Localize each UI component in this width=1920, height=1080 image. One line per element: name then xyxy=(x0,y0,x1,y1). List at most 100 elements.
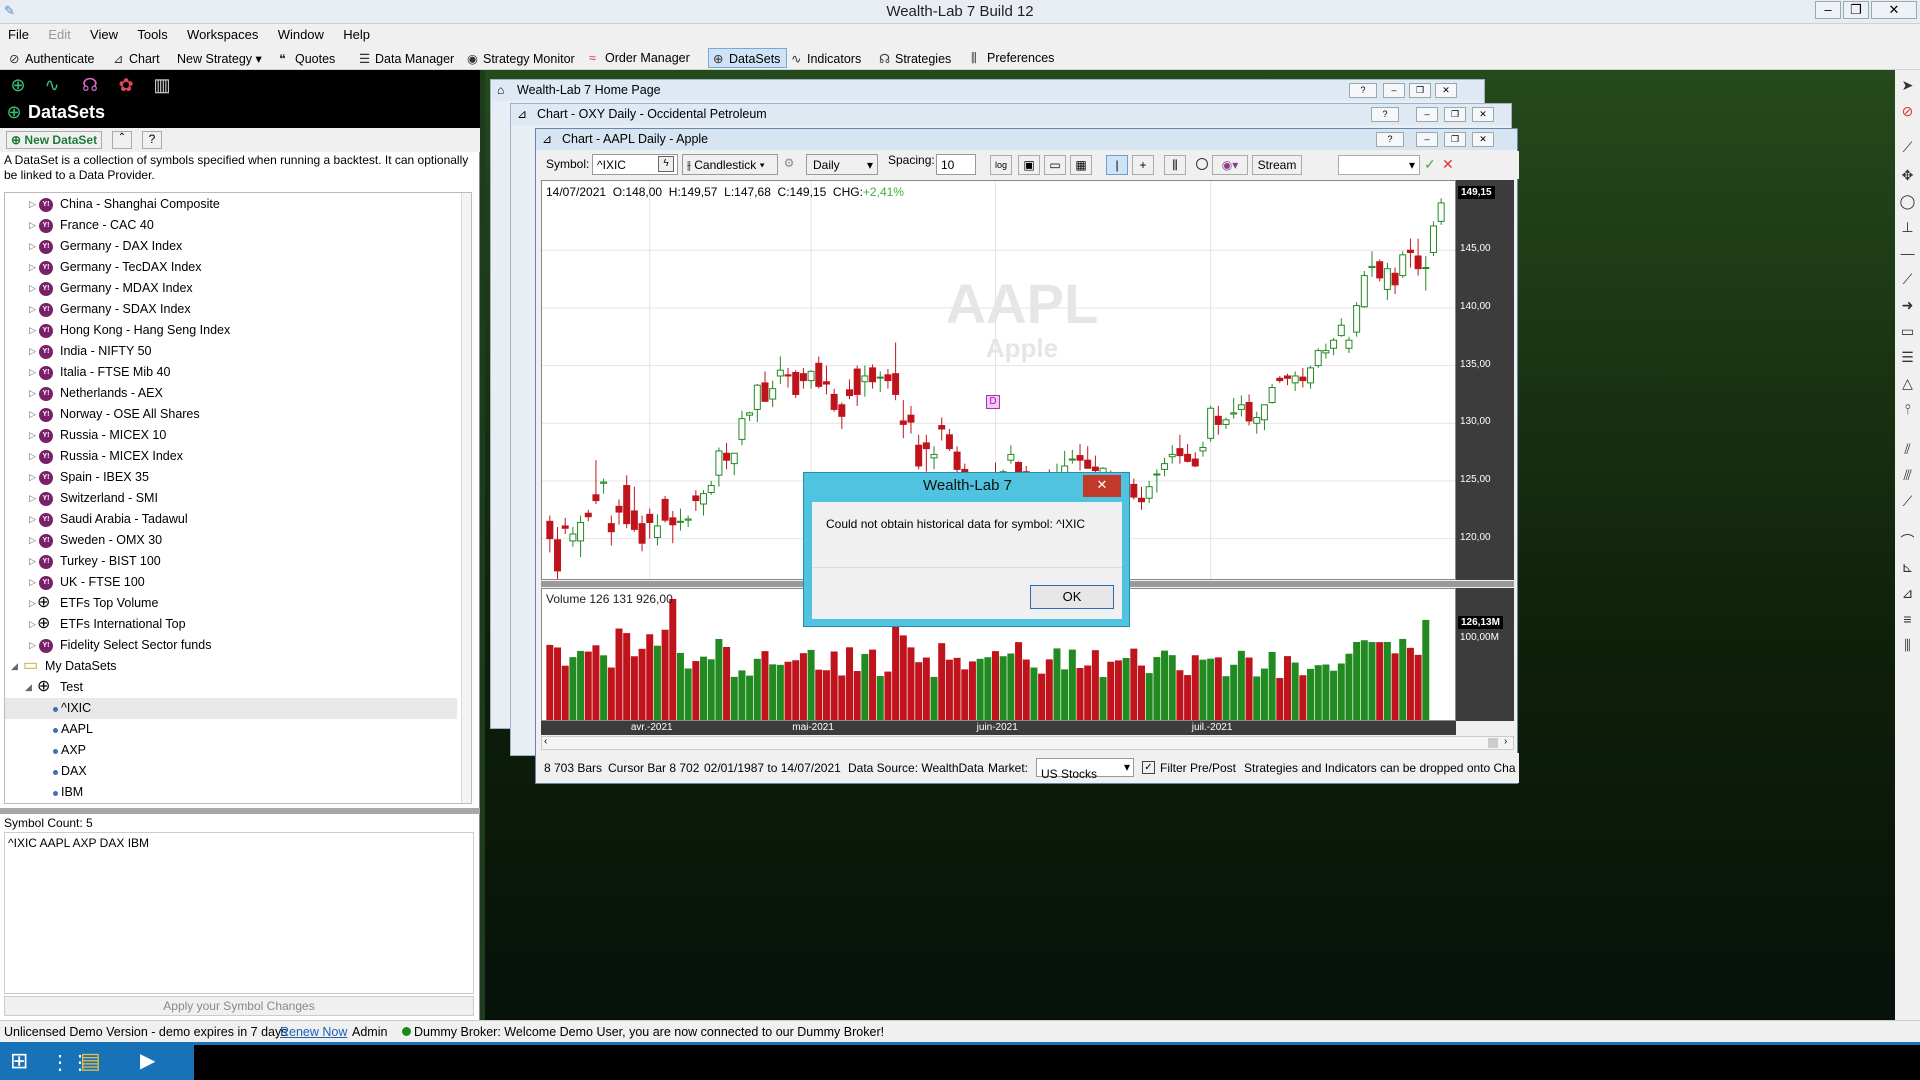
data-manager-button[interactable]: ☰ Data Manager xyxy=(354,48,461,68)
scale-select[interactable]: Daily ▾ xyxy=(806,154,878,175)
expand-arrow-icon[interactable]: ▷ xyxy=(29,194,39,215)
dividend-marker-icon[interactable]: D xyxy=(986,395,1000,409)
expand-arrow-icon[interactable]: ▷ xyxy=(29,383,39,404)
tree-item[interactable]: ▷ Y! UK - FTSE 100 xyxy=(5,572,457,593)
rectangle-tool-icon[interactable]: ▭ xyxy=(1898,322,1917,341)
help-icon[interactable]: ? xyxy=(142,131,162,149)
expand-arrow-icon[interactable]: ▷ xyxy=(29,320,39,341)
menu-edit[interactable]: Edit xyxy=(40,24,78,42)
wave-icon[interactable]: ∿ xyxy=(40,75,64,97)
expand-arrow-icon[interactable]: ▷ xyxy=(29,257,39,278)
line-tool-icon[interactable]: ⟋ xyxy=(1898,138,1917,157)
datasets-button[interactable]: ⊕ DataSets xyxy=(708,48,788,68)
speed-lines-tool-icon[interactable]: ⫼ xyxy=(1898,636,1917,655)
minimize-button[interactable]: – xyxy=(1416,132,1438,147)
tree-item[interactable]: ▷ Y! Hong Kong - Hang Seng Index xyxy=(5,320,457,341)
gear-icon[interactable]: ⚙ xyxy=(780,156,798,174)
vertical-line-icon[interactable]: | xyxy=(1106,155,1128,175)
vertical-line-tool-icon[interactable]: ⊥ xyxy=(1898,218,1917,237)
new-strategy-button[interactable]: New Strategy ▾ xyxy=(172,48,269,68)
spacing-stepper[interactable]: 10 xyxy=(936,154,976,175)
globe-icon[interactable]: ⊕ xyxy=(6,75,30,97)
expand-arrow-icon[interactable]: ▷ xyxy=(29,299,39,320)
move-icon[interactable]: ✥ xyxy=(1898,166,1917,185)
tree-item[interactable]: ▷ Y! Spain - IBEX 35 xyxy=(5,467,457,488)
apply-symbol-changes-button[interactable]: Apply your Symbol Changes xyxy=(4,996,474,1016)
tree-item[interactable]: ▷ Y! Norway - OSE All Shares xyxy=(5,404,457,425)
dialog-close-button[interactable]: ✕ xyxy=(1083,475,1121,497)
parallel-tool-icon[interactable]: ⫻ xyxy=(1898,466,1917,485)
expand-arrow-icon[interactable]: ▷ xyxy=(29,509,39,530)
fib-retracement-tool-icon[interactable]: ≡ xyxy=(1898,610,1917,629)
expand-arrow-icon[interactable]: ▷ xyxy=(29,551,39,572)
expand-arrow-icon[interactable]: ▷ xyxy=(29,530,39,551)
panel-splitter[interactable] xyxy=(0,808,480,814)
tree-scrollbar[interactable] xyxy=(461,193,471,803)
collapse-arrow-icon[interactable]: ◢ xyxy=(11,656,21,677)
chart-button[interactable]: ⊿ Chart xyxy=(108,48,167,68)
tree-item[interactable]: ▷ Y! Russia - MICEX 10 xyxy=(5,425,457,446)
tree-item[interactable]: ▷ Y! Turkey - BIST 100 xyxy=(5,551,457,572)
expand-arrow-icon[interactable]: ▷ xyxy=(29,488,39,509)
powershell-icon[interactable]: ▶ xyxy=(140,1048,155,1073)
expand-arrow-icon[interactable]: ▷ xyxy=(29,572,39,593)
menu-file[interactable]: File xyxy=(0,24,37,42)
tree-symbol-ixic[interactable]: ^IXIC xyxy=(5,698,457,719)
help-icon[interactable]: ? xyxy=(1376,132,1404,147)
streaming-icon[interactable]: ◉▾ xyxy=(1212,155,1248,175)
tree-item[interactable]: ▷ Y! Netherlands - AEX xyxy=(5,383,457,404)
scroll-right-icon[interactable]: › xyxy=(1504,736,1507,747)
tree-symbol-axp[interactable]: AXP xyxy=(5,740,457,761)
bars-icon[interactable]: ⫼ xyxy=(1164,155,1186,175)
strategy-monitor-button[interactable]: ◉ Strategy Monitor xyxy=(462,48,582,68)
window-icon[interactable]: ▭ xyxy=(1044,155,1066,175)
menu-help[interactable]: Help xyxy=(335,24,378,42)
expand-arrow-icon[interactable]: ▷ xyxy=(29,341,39,362)
regression-tool-icon[interactable]: ⟋ xyxy=(1898,492,1917,511)
channel-tool-icon[interactable]: ⫽ xyxy=(1898,440,1917,459)
pointer-icon[interactable]: ➤ xyxy=(1898,76,1917,95)
expand-arrow-icon[interactable]: ▷ xyxy=(29,404,39,425)
chart-style-select[interactable]: ⫲ Candlestick ▾ xyxy=(682,154,778,175)
crosshair-icon[interactable]: + xyxy=(1132,155,1154,175)
quick-select-input[interactable]: ▾ xyxy=(1338,155,1420,175)
expand-arrow-icon[interactable]: ▷ xyxy=(29,467,39,488)
check-icon[interactable]: ✓ xyxy=(1424,156,1436,173)
minimize-button[interactable]: – xyxy=(1815,1,1841,19)
stream-button[interactable]: Stream xyxy=(1252,155,1302,175)
strategies-button[interactable]: ☊ Strategies xyxy=(874,48,958,68)
no-entry-icon[interactable]: ⊘ xyxy=(1898,102,1917,121)
help-icon[interactable]: ? xyxy=(1349,83,1377,98)
tree-item[interactable]: ▷ Y! Switzerland - SMI xyxy=(5,488,457,509)
gann-fan-tool-icon[interactable]: ⊿ xyxy=(1898,584,1917,603)
expand-arrow-icon[interactable]: ▷ xyxy=(29,425,39,446)
tree-item-test[interactable]: ◢ ⊕ Test xyxy=(5,677,457,698)
windows-start-icon[interactable]: ⊞ xyxy=(10,1050,28,1072)
tree-item[interactable]: ▷ Y! China - Shanghai Composite xyxy=(5,194,457,215)
library-icon[interactable]: ▥ xyxy=(150,75,174,97)
text-tool-icon[interactable]: ☰ xyxy=(1898,348,1917,367)
tree-item-my-datasets[interactable]: ◢ ▭ My DataSets xyxy=(5,656,457,677)
molecule-icon[interactable]: ✿ xyxy=(114,75,138,97)
aapl-chart-window[interactable]: Chart - AAPL Daily - Apple ⊿ ? – ❐ ✕ Sym… xyxy=(535,128,1519,784)
tree-item[interactable]: ▷ Y! Germany - DAX Index xyxy=(5,236,457,257)
tree-symbol-dax[interactable]: DAX xyxy=(5,761,457,782)
filter-prepost-checkbox[interactable]: ✓ xyxy=(1142,761,1155,774)
quotes-button[interactable]: ❝ Quotes xyxy=(274,48,342,68)
panel-layout-icon[interactable]: ▣ xyxy=(1018,155,1040,175)
expand-arrow-icon[interactable]: ▷ xyxy=(29,362,39,383)
fib-fan-tool-icon[interactable]: ⊾ xyxy=(1898,558,1917,577)
menu-view[interactable]: View xyxy=(82,24,126,42)
marker-tool-icon[interactable]: ⫯ xyxy=(1898,400,1917,419)
horizontal-line-tool-icon[interactable]: — xyxy=(1898,244,1917,263)
expand-arrow-icon[interactable]: ▷ xyxy=(29,446,39,467)
tree-item[interactable]: ▷ Y! Russia - MICEX Index xyxy=(5,446,457,467)
tree-item[interactable]: ▷ ⊕ ETFs Top Volume xyxy=(5,593,457,614)
log-scale-button[interactable]: log xyxy=(990,155,1012,175)
brain-icon[interactable]: ☊ xyxy=(78,75,102,97)
trendline-tool-icon[interactable]: ⟋ xyxy=(1898,270,1917,289)
preferences-button[interactable]: ⫼ Preferences xyxy=(966,48,1061,68)
tree-symbol-ibm[interactable]: IBM xyxy=(5,782,457,803)
expand-arrow-icon[interactable]: ▷ xyxy=(29,278,39,299)
expand-arrow-icon[interactable]: ▷ xyxy=(29,215,39,236)
